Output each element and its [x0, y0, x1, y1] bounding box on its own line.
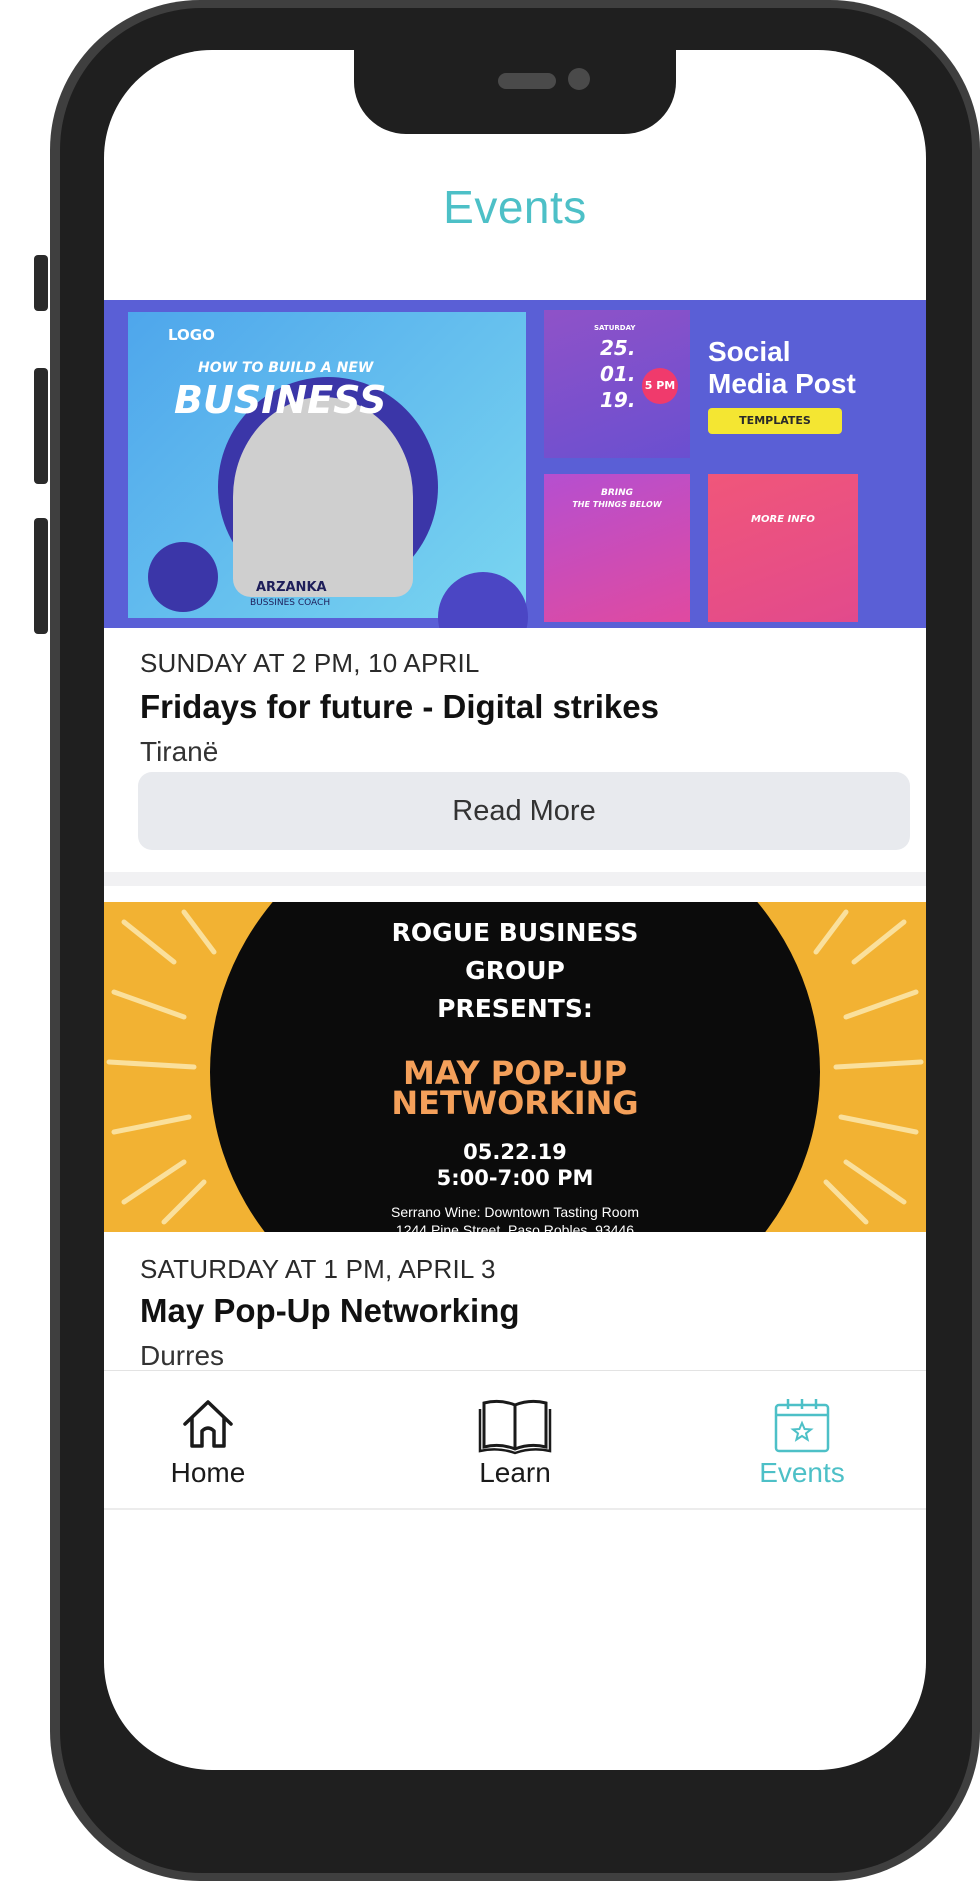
banner-side-badge: TEMPLATES: [708, 408, 842, 434]
speaker: [498, 73, 556, 89]
tile-time-badge: 5 PM: [642, 368, 678, 404]
mute-switch: [34, 255, 48, 311]
book-icon: [478, 1395, 552, 1460]
tab-events-label: Events: [759, 1457, 845, 1488]
banner-business-poster: LOGO HOW TO BUILD A NEW BUSINESS ARZANKA…: [128, 312, 528, 628]
banner-line-6: 05.22.19: [463, 1140, 567, 1164]
notch: [354, 50, 676, 134]
volume-up-button: [34, 368, 48, 484]
read-more-button[interactable]: Read More: [138, 772, 910, 850]
tab-home[interactable]: Home: [108, 1371, 308, 1507]
banner-headline: BUSINESS: [174, 378, 387, 422]
event-date: SATURDAY AT 1 PM, APRIL 3: [140, 1254, 496, 1284]
event-banner-image[interactable]: LOGO HOW TO BUILD A NEW BUSINESS ARZANKA…: [104, 300, 926, 628]
tile-checklist-title-1: BRING: [600, 488, 634, 498]
event-location: Durres: [140, 1340, 225, 1371]
page-title: Events: [443, 181, 587, 233]
tile-day: SATURDAY: [594, 324, 636, 332]
home-indicator-area: [104, 1508, 926, 1510]
tab-events[interactable]: Events: [702, 1371, 902, 1507]
banner-line-2: GROUP: [465, 956, 565, 985]
banner-kicker: HOW TO BUILD A NEW: [198, 360, 374, 376]
banner-side-title-2: Media Post: [708, 368, 856, 399]
event-title[interactable]: May Pop-Up Networking: [140, 1292, 520, 1330]
tile-date-month: 01.: [600, 362, 636, 386]
banner-line-7: 5:00-7:00 PM: [436, 1166, 594, 1190]
banner-logo-text: LOGO: [168, 326, 215, 344]
front-camera: [568, 68, 590, 90]
tile-checklist-title-2: THE THINGS BELOW: [572, 500, 662, 509]
banner-side-title-1: Social: [708, 336, 791, 367]
banner-line-9: 1244 Pine Street, Paso Robles, 93446: [395, 1222, 635, 1232]
banner-blob: [438, 572, 528, 628]
home-icon: [179, 1395, 237, 1458]
banner-tile-info: MORE INFO: [708, 474, 858, 622]
phone-mockup: Events LOGO HOW TO BUILD A NEW BUSINESS …: [34, 0, 980, 1881]
event-date: SUNDAY AT 2 PM, 10 APRIL: [140, 648, 480, 678]
banner-tile-date: SATURDAY 25. 01. 19. 5 PM: [544, 310, 690, 458]
app-screen: Events LOGO HOW TO BUILD A NEW BUSINESS …: [104, 50, 926, 1770]
event-location: Tiranë: [140, 736, 219, 767]
card-divider: [104, 872, 926, 886]
tile-info-title: MORE INFO: [751, 514, 815, 525]
banner-coach-role: BUSSINES COACH: [250, 598, 331, 608]
tab-learn[interactable]: Learn: [415, 1371, 615, 1507]
bottom-tab-bar: Home Learn Events: [104, 1370, 926, 1507]
tab-home-label: Home: [170, 1457, 246, 1488]
banner-coach-name: ARZANKA: [256, 580, 327, 595]
volume-down-button: [34, 518, 48, 634]
tile-date-day: 25.: [600, 336, 636, 360]
banner-line-5: NETWORKING: [391, 1084, 639, 1122]
tab-learn-label: Learn: [479, 1457, 551, 1488]
banner-line-1: ROGUE BUSINESS: [391, 918, 639, 947]
banner-tile-checklist: BRING THE THINGS BELOW: [544, 474, 690, 622]
tile-date-year: 19.: [600, 388, 636, 412]
event-title[interactable]: Fridays for future - Digital strikes: [140, 688, 659, 726]
calendar-star-icon: [772, 1395, 832, 1460]
event-banner-image[interactable]: ROGUE BUSINESS GROUP PRESENTS: MAY POP-U…: [104, 902, 926, 1232]
banner-blob: [148, 542, 218, 612]
banner-line-3: PRESENTS:: [437, 994, 593, 1023]
banner-line-8: Serrano Wine: Downtown Tasting Room: [391, 1204, 639, 1220]
banner-person-photo: [233, 397, 413, 597]
